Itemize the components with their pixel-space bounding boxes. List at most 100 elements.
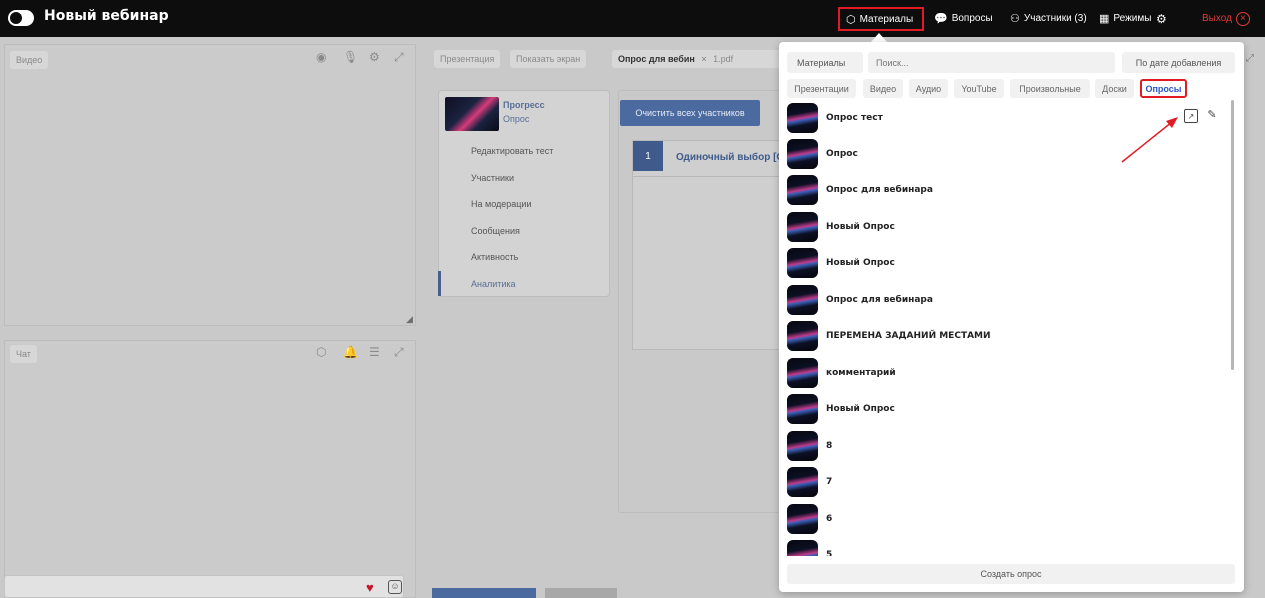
settings-gear-icon[interactable]: ⚙ [1156,0,1167,37]
item-thumbnail [787,540,818,556]
list-item[interactable]: Опрос для вебинара [787,175,1227,205]
nav-questions-button[interactable]: 💬 Вопросы [934,0,993,37]
test-title: Прогресс [503,100,545,110]
test-menu-analytics[interactable]: Аналитика [471,279,516,289]
divider [632,176,782,177]
test-menu-participants[interactable]: Участники [471,173,514,183]
item-thumbnail [787,431,818,461]
item-thumbnail [787,504,818,534]
materials-label: Материалы [787,52,863,73]
exit-button[interactable]: Выход × [1202,0,1250,37]
item-thumbnail [787,139,818,169]
create-poll-button[interactable]: Создать опрос [787,564,1235,584]
expand-icon[interactable]: ⤢ [394,50,404,65]
nav-questions-label: Вопросы [951,13,993,24]
list-item[interactable]: Опрос для вебинара [787,285,1227,315]
tab-presentations[interactable]: Презентации [787,79,856,98]
tab-file[interactable]: Опрос для вебин × 1.pdf [612,50,782,68]
tab-audio[interactable]: Аудио [909,79,948,98]
chat-panel [4,340,416,598]
item-name: Новый Опрос [826,258,895,268]
nav-modes-button[interactable]: ▦ Режимы [1099,0,1151,37]
close-circle-icon: × [1235,11,1250,26]
list-item[interactable]: Новый Опрос [787,394,1227,424]
bell-icon[interactable]: 🔔 [343,345,358,359]
chat-message-input[interactable] [4,575,404,598]
question-title: Одиночный выбор [Ол [676,152,781,163]
tab-close-icon[interactable]: × [701,54,706,64]
chat-bubbles-icon: 💬 [934,13,948,25]
item-thumbnail [787,248,818,278]
emoji-icon[interactable]: ☺ [388,580,402,594]
item-thumbnail [787,394,818,424]
launch-icon[interactable]: ↗ [1184,109,1198,123]
list-item[interactable]: Новый Опрос [787,212,1227,242]
bottom-secondary-button[interactable] [545,588,617,598]
item-thumbnail [787,285,818,315]
nav-materials-button[interactable]: ⬡ Материалы [838,7,924,31]
cube-icon[interactable]: ⬡ [316,345,326,359]
item-name: Опрос для вебинара [826,185,933,195]
layout-icon: ▦ [1099,13,1110,25]
list-item[interactable]: комментарий [787,358,1227,388]
tab-boards[interactable]: Доски [1095,79,1134,98]
layers-icon: ⬡ [846,13,856,26]
item-name: Опрос тест [826,113,883,123]
test-menu-messages[interactable]: Сообщения [471,226,520,236]
item-name: комментарий [826,368,896,378]
list-item[interactable]: Новый Опрос [787,248,1227,278]
tab-file-name: Опрос для вебин [618,54,695,64]
list-item[interactable]: 7 [787,467,1227,497]
tab-video[interactable]: Видео [863,79,903,98]
item-thumbnail [787,358,818,388]
video-panel [4,44,416,326]
materials-search-input[interactable] [868,52,1115,73]
item-thumbnail [787,175,818,205]
resize-handle-icon[interactable]: ◢ [406,314,413,325]
test-subtitle: Опрос [503,114,530,124]
user-icon: ⚇ [1010,13,1020,25]
tab-youtube[interactable]: YouTube [954,79,1004,98]
list-item[interactable]: Опрос [787,139,1227,169]
settings-icon[interactable]: ⚙ [369,50,380,64]
sort-dropdown[interactable]: По дате добавления [1122,52,1235,73]
test-thumbnail [445,97,499,131]
nav-modes-label: Режимы [1113,13,1152,24]
exit-label: Выход [1202,13,1232,24]
scrollbar[interactable] [1231,100,1234,370]
tab-presentation[interactable]: Презентация [434,50,501,68]
list-item[interactable]: 6 [787,504,1227,534]
test-menu-edit[interactable]: Редактировать тест [471,146,553,156]
video-panel-label: Видео [10,51,49,69]
test-menu-activity[interactable]: Активность [471,252,518,262]
chat-panel-label: Чат [10,345,37,363]
bottom-primary-button[interactable] [432,588,536,598]
camera-icon[interactable]: ◉ [316,50,326,64]
menu-icon[interactable]: ☰ [369,345,380,359]
tab-polls[interactable]: Опросы [1140,79,1187,98]
item-name: 6 [826,514,833,524]
item-name: 7 [826,477,833,487]
nav-participants-button[interactable]: ⚇ Участники (3) [1010,0,1087,37]
chat-expand-icon[interactable]: ⤢ [394,345,404,360]
tab-share-screen[interactable]: Показать экран [510,50,587,68]
test-menu-moderation[interactable]: На модерации [471,199,531,209]
list-item[interactable]: 8 [787,431,1227,461]
item-name: Новый Опрос [826,404,895,414]
item-thumbnail [787,321,818,351]
question-box [632,140,782,350]
microphone-icon[interactable]: 🎙 [343,50,358,64]
item-name: 5 [826,550,833,556]
item-thumbnail [787,467,818,497]
sidebar-toggle[interactable] [8,10,34,26]
list-item[interactable]: 5 [787,540,1227,556]
tab-custom[interactable]: Произвольные [1010,79,1090,98]
list-item[interactable]: Опрос тест ↗ ✎ [787,103,1227,133]
clear-participants-button[interactable]: Очистить всех участников [620,100,760,126]
list-item[interactable]: ПЕРЕМЕНА ЗАДАНИЙ МЕСТАМИ [787,321,1227,351]
item-thumbnail [787,103,818,133]
question-number: 1 [633,141,663,171]
edit-icon[interactable]: ✎ [1205,109,1219,123]
heart-icon[interactable]: ♥ [366,580,374,595]
expand-icon[interactable]: ⤢ [1246,53,1254,64]
